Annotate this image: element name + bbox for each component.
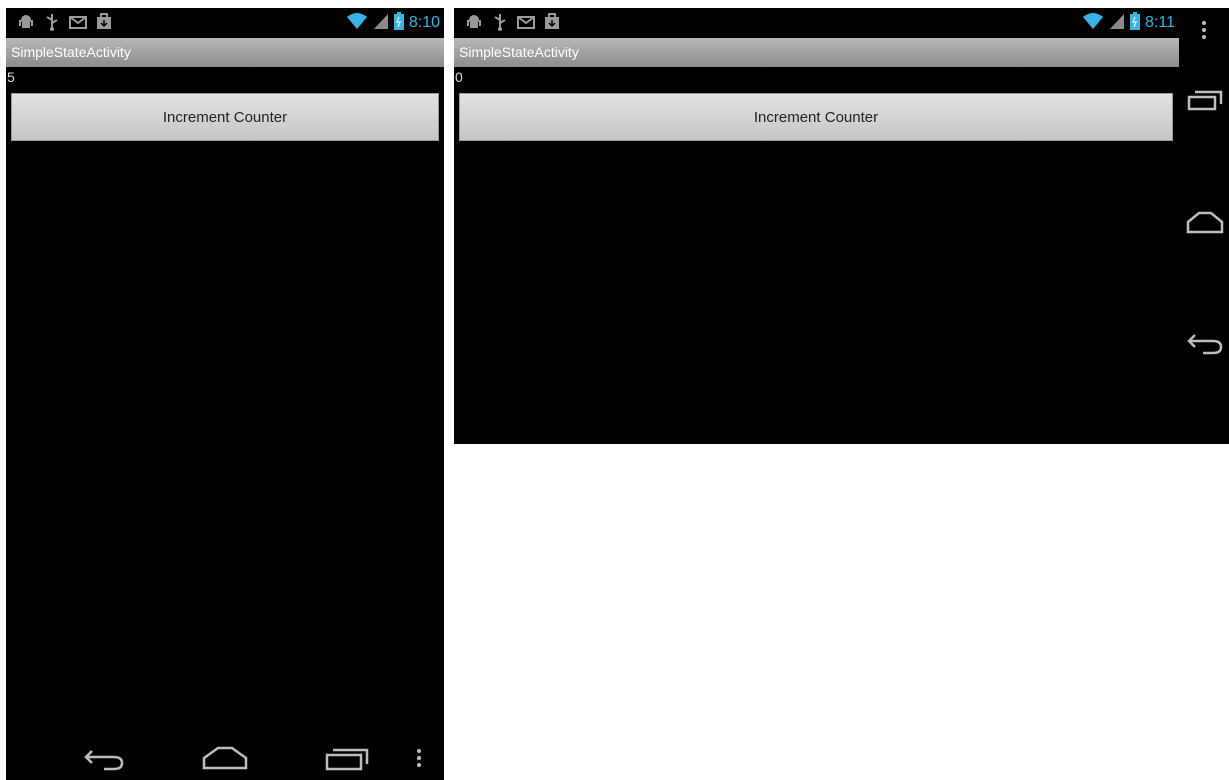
home-icon[interactable] [1186,209,1224,235]
battery-icon [393,12,404,34]
increment-counter-button[interactable]: Increment Counter [11,93,439,141]
portrait-screen: 8:10 SimpleStateActivity 5 Increment Cou… [6,8,444,780]
status-clock: 8:11 [1145,14,1175,31]
usb-icon [42,12,62,32]
overflow-menu-icon[interactable] [415,748,423,768]
back-icon[interactable] [82,746,126,772]
usb-icon [490,12,510,32]
back-icon[interactable] [1185,330,1225,358]
overflow-menu-icon[interactable] [1200,20,1208,40]
increment-counter-button[interactable]: Increment Counter [459,93,1173,141]
counter-text: 5 [7,69,15,85]
recent-apps-icon[interactable] [324,746,370,772]
android-debug-icon [464,12,484,32]
recent-apps-icon[interactable] [1187,88,1223,114]
navigation-bar [6,736,444,780]
signal-icon [1109,12,1125,34]
download-bag-icon [542,12,562,32]
app-title-bar: SimpleStateActivity [454,38,1179,67]
signal-icon [373,12,389,34]
download-bag-icon [94,12,114,32]
wifi-icon [346,12,368,34]
app-title-bar: SimpleStateActivity [6,38,444,67]
battery-icon [1130,12,1141,34]
navigation-bar [1179,8,1229,444]
android-debug-icon [16,12,36,32]
status-bar: 8:10 [6,8,444,38]
landscape-screen: 8:11 SimpleStateActivity 0 Increment Cou… [454,8,1229,444]
status-clock: 8:10 [408,14,440,31]
status-bar: 8:11 [454,8,1179,38]
gmail-icon [516,12,536,32]
gmail-icon [68,12,88,32]
home-icon[interactable] [201,745,249,771]
wifi-icon [1082,12,1104,34]
counter-text: 0 [455,69,463,85]
